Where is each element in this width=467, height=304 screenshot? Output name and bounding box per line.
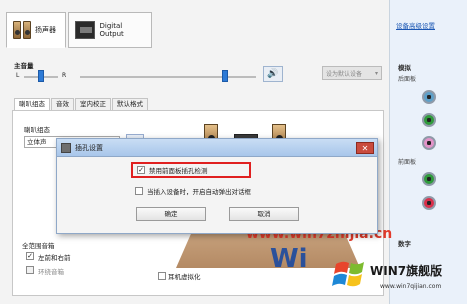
disable-front-jack-detection-option[interactable]: ✓ 禁用前面板插孔检测 xyxy=(131,162,251,178)
advanced-device-settings-link[interactable]: 设备高级设置 xyxy=(396,20,435,30)
subtab-speaker-config[interactable]: 喇叭组态 xyxy=(14,98,50,110)
jack-front-headphone-icon[interactable] xyxy=(422,172,436,186)
connector-panel xyxy=(390,0,467,304)
disable-front-jack-detection-checkbox[interactable]: ✓ xyxy=(137,166,145,174)
cancel-button[interactable]: 取消 xyxy=(229,207,299,221)
jack-settings-dialog: 插孔设置 ✕ ✓ 禁用前面板插孔检测 当插入设备时，开启自动弹出对话框 确定 取… xyxy=(56,138,378,234)
set-default-device-select[interactable]: 设为默认设备 ▾ xyxy=(322,66,382,80)
jack-settings-icon xyxy=(61,142,71,153)
subtab-default-format[interactable]: 默认格式 xyxy=(112,98,148,110)
tab-speakers[interactable]: 扬声器 xyxy=(6,12,66,48)
auto-popup-label: 当插入设备时，开启自动弹出对话框 xyxy=(147,188,251,196)
digital-output-icon xyxy=(75,21,96,39)
settings-subtabs: 喇叭组态 音效 室内校正 默认格式 xyxy=(14,98,149,110)
chevron-down-icon: ▾ xyxy=(374,69,378,77)
jack-line-out-icon[interactable] xyxy=(422,113,436,127)
speaker-icon xyxy=(13,19,31,41)
jack-mic-icon[interactable] xyxy=(422,136,436,150)
subtab-sound-effects[interactable]: 音效 xyxy=(51,98,74,110)
digital-heading: 数字 xyxy=(398,240,411,248)
mute-button[interactable]: 🔊 xyxy=(263,66,283,82)
tab-speakers-label: 扬声器 xyxy=(35,26,56,34)
watermark-big-text: Wi xyxy=(270,244,308,274)
front-lr-checkbox[interactable]: ✓ xyxy=(26,252,34,260)
set-default-device-label: 设为默认设备 xyxy=(326,70,363,78)
speaker-config-label: 喇叭组态 xyxy=(24,126,50,134)
disable-front-jack-detection-label: 禁用前面板插孔检测 xyxy=(149,167,208,175)
balance-right-label: R xyxy=(62,72,67,79)
close-button[interactable]: ✕ xyxy=(356,142,374,154)
windows-logo-icon xyxy=(332,261,364,287)
watermark-brand: WIN7旗舰版 xyxy=(370,264,443,278)
analog-heading: 模拟 xyxy=(398,64,411,72)
tab-digital-output-label: Digital Output xyxy=(99,22,124,38)
full-range-label: 全范围音箱 xyxy=(22,242,55,250)
ok-button[interactable]: 确定 xyxy=(136,207,206,221)
volume-slider-thumb[interactable] xyxy=(222,70,228,82)
device-tabs: 扬声器 Digital Output xyxy=(6,12,386,52)
tab-digital-output[interactable]: Digital Output xyxy=(68,12,152,48)
back-panel-label: 后面板 xyxy=(398,76,417,83)
volume-slider-track[interactable] xyxy=(80,76,256,78)
jack-line-in-icon[interactable] xyxy=(422,90,436,104)
surround-checkbox[interactable] xyxy=(26,266,34,274)
dialog-titlebar: 插孔设置 xyxy=(57,139,377,157)
auto-popup-checkbox[interactable] xyxy=(135,187,143,195)
dialog-title: 插孔设置 xyxy=(75,143,103,152)
speaker-volume-icon: 🔊 xyxy=(267,69,279,79)
auto-popup-option[interactable]: 当插入设备时，开启自动弹出对话框 xyxy=(135,186,251,196)
watermark-brand-url: www.win7qijian.com xyxy=(380,283,442,290)
headphone-virtualization-label: 耳机虚拟化 xyxy=(168,273,201,281)
surround-label: 环绕音箱 xyxy=(38,268,64,276)
subtab-room-correction[interactable]: 室内校正 xyxy=(75,98,111,110)
front-lr-label: 左前和右前 xyxy=(38,254,71,262)
balance-slider-thumb[interactable] xyxy=(38,70,44,82)
headphone-virtualization-checkbox[interactable] xyxy=(158,272,166,280)
balance-left-label: L xyxy=(16,72,20,79)
jack-front-mic-icon[interactable] xyxy=(422,196,436,210)
master-volume-label: 主音量 xyxy=(14,62,34,70)
front-panel-label: 前面板 xyxy=(398,159,417,166)
